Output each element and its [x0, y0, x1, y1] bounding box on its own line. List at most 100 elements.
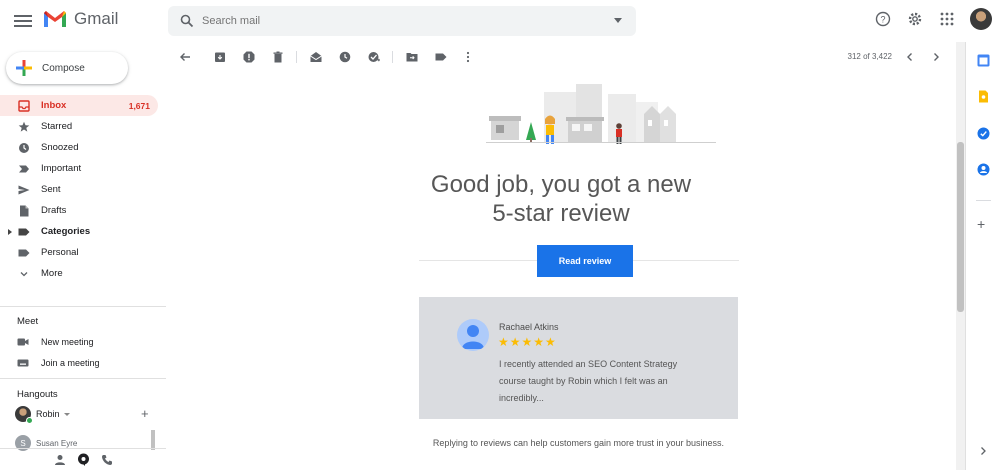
nav-label-sent: Sent	[41, 184, 61, 195]
nav-label-categories: Categories	[41, 226, 91, 237]
divider	[296, 51, 297, 63]
phone-icon[interactable]	[101, 454, 113, 466]
message-toolbar: 312 of 3,422	[166, 42, 956, 72]
label-icon	[18, 247, 30, 259]
hangouts-scrollbar[interactable]	[151, 430, 155, 450]
nav-item-personal[interactable]: Personal	[0, 242, 158, 263]
headline-line-1: Good job, you got a new	[430, 171, 692, 198]
nav-label-more: More	[41, 268, 63, 279]
nav-item-more[interactable]: More	[0, 263, 158, 284]
nav-item-snoozed[interactable]: Snoozed	[0, 137, 158, 158]
send-icon	[18, 184, 30, 196]
read-review-button[interactable]: Read review	[537, 245, 633, 277]
reviewer-avatar	[457, 319, 489, 351]
divider	[392, 51, 393, 63]
divider	[0, 378, 166, 379]
inbox-icon	[18, 99, 30, 112]
svg-text:?: ?	[880, 15, 885, 25]
nav-label-personal: Personal	[41, 247, 79, 258]
tasks-icon[interactable]	[977, 127, 990, 140]
label-icon[interactable]	[435, 51, 447, 63]
pagination-count: 312 of 3,422	[847, 52, 892, 61]
nav-label-starred: Starred	[41, 121, 73, 132]
gmail-logo[interactable]: Gmail	[42, 9, 118, 29]
person-icon[interactable]	[54, 454, 66, 466]
main-panel: 312 of 3,422 Good job, you got a new 5-s…	[166, 42, 956, 470]
top-bar: Gmail ?	[0, 0, 1000, 42]
hangouts-title: Hangouts	[17, 389, 58, 400]
search-options-icon[interactable]	[614, 18, 622, 23]
archive-icon[interactable]	[214, 51, 226, 63]
video-camera-icon	[17, 338, 29, 346]
snooze-clock-icon[interactable]	[339, 51, 351, 63]
draft-icon	[18, 205, 30, 217]
divider	[0, 306, 166, 307]
join-meeting-button[interactable]: Join a meeting	[17, 358, 100, 368]
back-arrow-icon[interactable]	[179, 51, 191, 63]
star-rating: ★★★★★	[498, 335, 557, 349]
nav-item-starred[interactable]: Starred	[0, 116, 158, 137]
headline: Good job, you got a new 5-star review	[416, 170, 706, 228]
nav-label-snoozed: Snoozed	[41, 142, 79, 153]
main-menu-icon[interactable]	[14, 12, 32, 30]
get-addons-plus-icon[interactable]: +	[977, 217, 985, 231]
search-bar[interactable]	[168, 6, 636, 36]
newer-chevron-left-icon[interactable]	[904, 51, 916, 63]
older-chevron-right-icon[interactable]	[930, 51, 942, 63]
reviewer-name: Rachael Atkins	[499, 322, 559, 332]
clock-icon	[18, 142, 30, 154]
main-scrollbar[interactable]	[956, 42, 965, 470]
chevron-down-icon	[18, 268, 30, 280]
delete-trash-icon[interactable]	[272, 51, 284, 63]
headline-line-2: 5-star review	[492, 200, 630, 227]
label-icon	[18, 226, 30, 238]
add-to-tasks-icon[interactable]	[368, 51, 380, 63]
compose-button[interactable]: Compose	[6, 52, 128, 84]
calendar-icon[interactable]	[977, 54, 990, 67]
keyboard-icon	[17, 359, 29, 367]
expand-caret-icon[interactable]	[8, 229, 12, 235]
nav-item-inbox[interactable]: Inbox 1,671	[0, 95, 158, 116]
email-body: Good job, you got a new 5-star review Re…	[166, 72, 956, 470]
contacts-icon[interactable]	[977, 163, 990, 176]
star-icon	[18, 121, 30, 133]
new-conversation-icon[interactable]: +	[141, 407, 149, 420]
apps-grid-icon[interactable]	[938, 10, 956, 28]
compose-plus-icon	[16, 60, 32, 76]
chat-icon[interactable]	[77, 453, 90, 466]
hangouts-user-name: Robin	[36, 409, 60, 419]
review-text: I recently attended an SEO Content Strat…	[499, 359, 678, 403]
reply-note: Replying to reviews can help customers g…	[432, 438, 725, 448]
left-sidebar: Compose Inbox 1,671 Starred Snoozed Impo…	[0, 42, 166, 470]
nav-label-inbox: Inbox	[41, 100, 67, 111]
nav-item-drafts[interactable]: Drafts	[0, 200, 158, 221]
hangouts-user[interactable]: Robin	[15, 406, 70, 424]
settings-gear-icon[interactable]	[906, 10, 924, 28]
divider	[976, 200, 991, 201]
nav-item-categories[interactable]: Categories	[0, 221, 158, 242]
compose-label: Compose	[42, 62, 85, 74]
nav-label-important: Important	[41, 163, 82, 174]
search-icon[interactable]	[180, 14, 194, 28]
new-meeting-label: New meeting	[41, 337, 94, 347]
scrollbar-thumb[interactable]	[957, 142, 964, 312]
keep-icon[interactable]	[977, 90, 990, 103]
nav-label-drafts: Drafts	[41, 205, 67, 216]
status-dropdown-icon[interactable]	[63, 412, 70, 416]
gmail-m-icon	[44, 11, 66, 27]
report-spam-icon[interactable]	[243, 51, 255, 63]
nav-item-important[interactable]: Important	[0, 158, 158, 179]
new-meeting-button[interactable]: New meeting	[17, 337, 94, 347]
search-input[interactable]	[202, 15, 582, 27]
review-card: Rachael Atkins ★★★★★ I recently attended…	[419, 297, 738, 419]
side-panel: +	[965, 42, 1000, 470]
account-avatar[interactable]	[970, 8, 992, 30]
show-side-panel-chevron-icon[interactable]	[978, 446, 988, 456]
more-vert-icon[interactable]	[462, 51, 474, 63]
app-name: Gmail	[74, 9, 119, 28]
mark-unread-icon[interactable]	[310, 51, 322, 63]
help-icon[interactable]: ?	[874, 10, 892, 28]
nav-item-sent[interactable]: Sent	[0, 179, 158, 200]
move-to-folder-icon[interactable]	[406, 51, 418, 63]
join-meeting-label: Join a meeting	[41, 358, 100, 368]
